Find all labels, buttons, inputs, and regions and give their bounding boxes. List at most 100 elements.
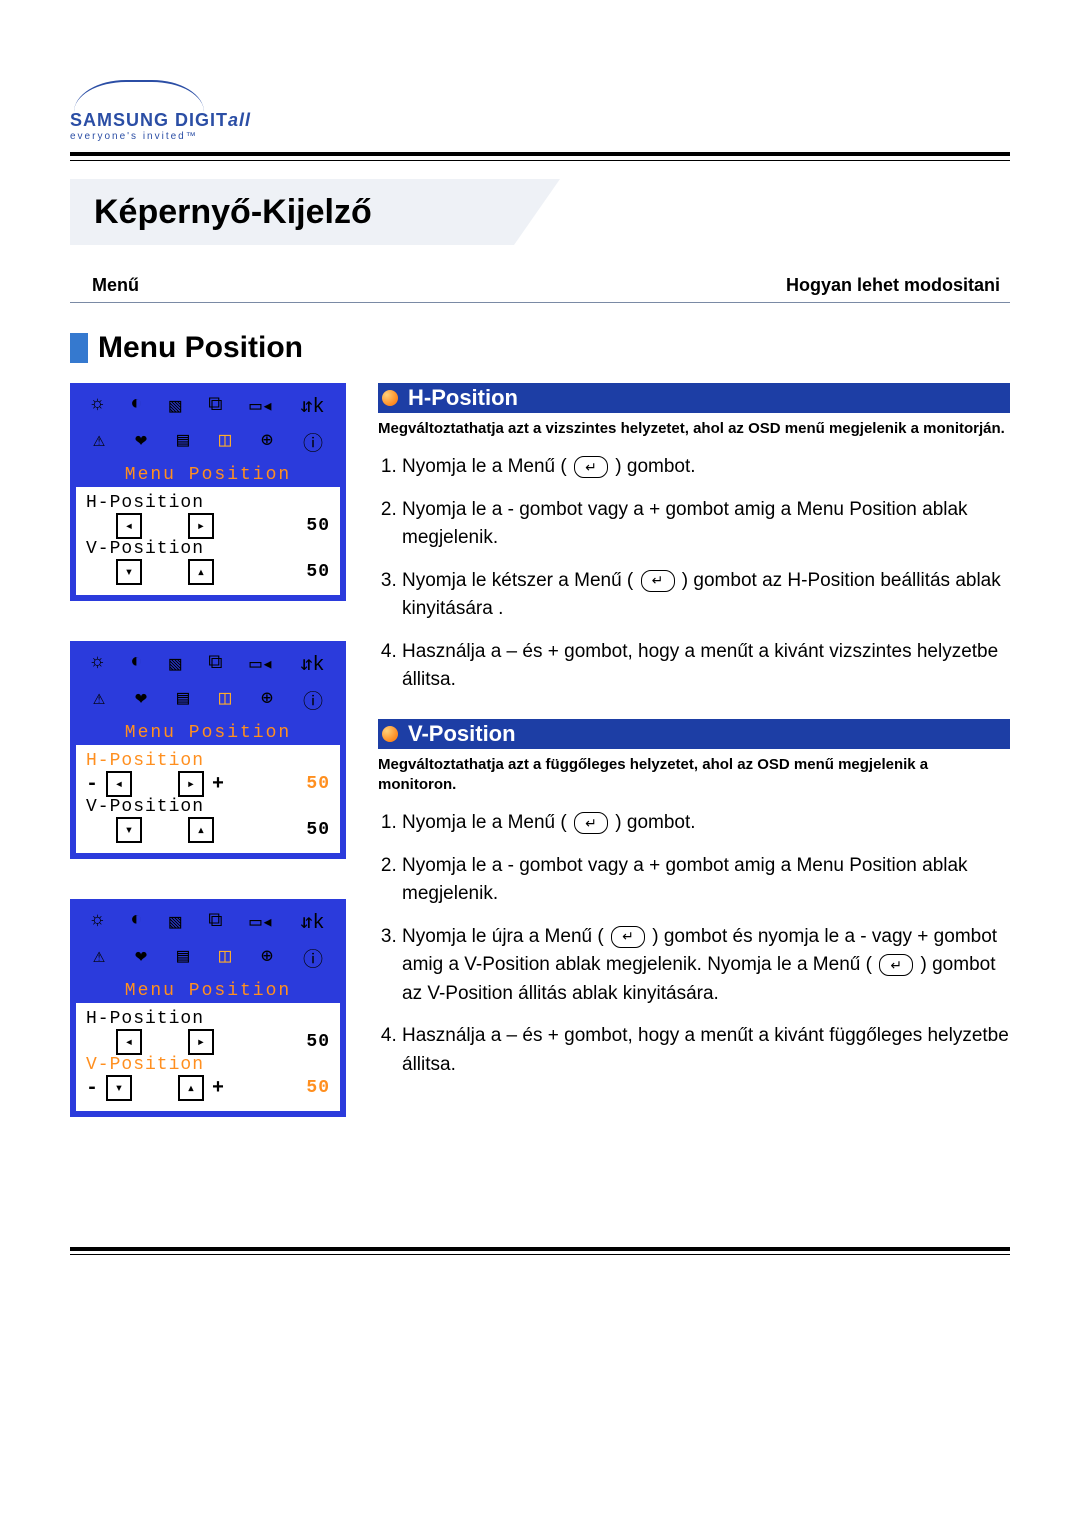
warning-icon: ⚠ [93,427,105,457]
header-notch [514,179,560,245]
vpos-step-4: Használja a – és + gombot, hogy a menűt … [402,1022,1010,1079]
hpos-step-3: Nyomja le kétszer a Menű ( ) gombot az H… [402,567,1010,624]
osd-v-label: V-Position [86,539,330,559]
brand-text: SAMSUNG DIGIT [70,110,228,130]
page-header: Képernyő-Kijelző [70,179,1010,245]
menu-button-icon [611,926,645,948]
hposition-title: H-Position [408,385,518,411]
up-arrow-icon: ▴ [178,1075,204,1101]
target-icon: ⊕ [261,427,273,457]
osd-v-label-2: V-Position [86,797,330,817]
osd-panel: H-Position ◂ ▸ 50 V-Position ▾ ▴ [76,487,340,595]
minus-icon: - [86,1077,98,1100]
right-arrow-icon: ▸ [178,771,204,797]
vpos-step-2: Nyomja le a - gombot vagy a + gombot ami… [402,852,1010,909]
up-arrow-icon: ▴ [188,559,214,585]
brand-ital: all [228,110,251,130]
vpos-step-3: Nyomja le újra a Menű ( ) gombot és nyom… [402,923,1010,1009]
position-icon: ◫ [219,427,231,457]
osd-title: Menu Position [76,461,340,487]
vposition-desc: Megváltoztathatja azt a függőleges helyz… [378,755,1010,796]
contrast-icon: ◐ [130,393,142,419]
right-column: H-Position Megváltoztathatja azt a vizsz… [378,383,1010,1103]
hposition-steps: Nyomja le a Menű ( ) gombot. Nyomja le a… [378,453,1010,695]
section-title: Menu Position [70,331,1010,365]
footer-divider-thin [70,1254,1010,1255]
osd-h-label-active: H-Position [86,751,330,771]
osd-screenshot-neutral: ☼ ◐ ▧ ⧉ ▭◂ ⇵k ⚠ ❤ ▤ ◫ ⊕ ⓘ Menu Position [70,383,346,601]
osd-h-row: ◂ ▸ 50 [86,513,330,539]
osd-iconbar-2: ⚠ ❤ ▤ ◫ ⊕ ⓘ [76,423,340,461]
step-text: Nyomja le újra a Menű ( [402,926,609,947]
osd-screenshot-hpos: ☼◐▧⧉▭◂⇵k ⚠❤▤◫⊕ⓘ Menu Position H-Position… [70,641,346,859]
header-whitespace [560,179,1010,245]
plus-icon: + [212,773,224,796]
hpos-step-4: Használja a – és + gombot, hogy a menűt … [402,638,1010,695]
lock-icon: ⇵k [300,393,324,419]
page-title: Képernyő-Kijelző [94,193,372,232]
hpos-step-2: Nyomja le a - gombot vagy a + gombot ami… [402,496,1010,553]
brand-tagline: everyone's invited™ [70,131,198,142]
menu-button-icon [641,570,675,592]
osd-h-value: 50 [306,516,330,536]
hposition-desc: Megváltoztathatja azt a vizszintes helyz… [378,419,1010,439]
step-text: ) gombot. [610,456,696,477]
osd-h-value-active: 50 [306,774,330,794]
menu-button-icon [574,812,608,834]
osd-v-label-active: V-Position [86,1055,330,1075]
vposition-title: V-Position [408,721,516,747]
screen-icon: ▤ [177,427,189,457]
brightness-icon: ☼ [91,393,103,419]
vpos-step-1: Nyomja le a Menű ( ) gombot. [402,809,1010,838]
step-text: ) gombot. [610,812,696,833]
bullet-icon [382,726,398,742]
divider-thin [70,160,1010,161]
osd-v-value-2: 50 [306,820,330,840]
heart-icon: ❤ [135,427,147,457]
right-arrow-icon: ▸ [188,513,214,539]
menu-button-icon [574,456,608,478]
content-columns: ☼ ◐ ▧ ⧉ ▭◂ ⇵k ⚠ ❤ ▤ ◫ ⊕ ⓘ Menu Position [70,383,1010,1157]
shape-icon: ▧ [169,393,181,419]
left-arrow-icon: ◂ [116,513,142,539]
osd-iconbar-1: ☼ ◐ ▧ ⧉ ▭◂ ⇵k [76,389,340,423]
vposition-steps: Nyomja le a Menű ( ) gombot. Nyomja le a… [378,809,1010,1079]
info-icon: ⓘ [303,427,323,457]
osd-screenshot-vpos: ☼◐▧⧉▭◂⇵k ⚠❤▤◫⊕ⓘ Menu Position H-Position… [70,899,346,1117]
bullet-icon [382,390,398,406]
menu-button-icon [879,954,913,976]
osd-h-label-3: H-Position [86,1009,330,1029]
divider-thick [70,152,1010,156]
section-marker [70,333,88,363]
size-icon: ⧉ [208,393,222,419]
step-text: Nyomja le a Menű ( [402,812,572,833]
step-text: Nyomja le kétszer a Menű ( [402,570,639,591]
footer-divider-thick [70,1247,1010,1251]
subnav-right: Hogyan lehet modositani [786,275,1000,296]
subnav: Menű Hogyan lehet modositani [70,275,1010,303]
osd-v-row: ▾ ▴ 50 [86,559,330,585]
plus-icon: + [212,1077,224,1100]
down-arrow-icon: ▾ [116,559,142,585]
geometry-icon: ▭◂ [249,393,273,419]
osd-h-value-3: 50 [306,1032,330,1052]
subnav-left: Menű [92,275,139,296]
minus-icon: - [86,773,98,796]
step-text: Nyomja le a Menű ( [402,456,572,477]
left-column: ☼ ◐ ▧ ⧉ ▭◂ ⇵k ⚠ ❤ ▤ ◫ ⊕ ⓘ Menu Position [70,383,344,1157]
osd-title-3: Menu Position [76,977,340,1003]
osd-v-value: 50 [306,562,330,582]
osd-v-value-active: 50 [306,1078,330,1098]
hposition-heading: H-Position [378,383,1010,413]
left-arrow-icon: ◂ [106,771,132,797]
osd-title-2: Menu Position [76,719,340,745]
brand-logo: SAMSUNG DIGITall everyone's invited™ [70,80,1010,142]
down-arrow-icon: ▾ [106,1075,132,1101]
hpos-step-1: Nyomja le a Menű ( ) gombot. [402,453,1010,482]
page: SAMSUNG DIGITall everyone's invited™ Kép… [0,0,1080,1528]
vposition-heading: V-Position [378,719,1010,749]
brand-arc [74,80,204,112]
brand-main: SAMSUNG DIGITall [70,110,251,131]
osd-h-label: H-Position [86,493,330,513]
section-title-text: Menu Position [98,331,303,365]
